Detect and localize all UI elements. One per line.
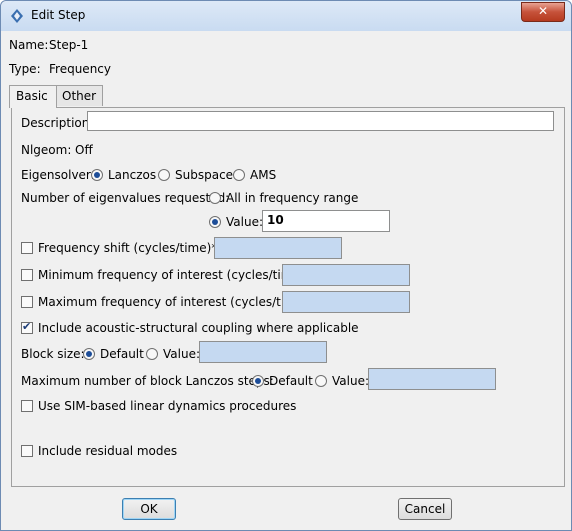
title-bar[interactable]: Edit Step ✕ bbox=[1, 1, 571, 31]
num-eigen-value-radio[interactable] bbox=[209, 216, 221, 228]
num-eigen-all-label: All in frequency range bbox=[226, 191, 359, 205]
sim-based-label: Use SIM-based linear dynamics procedures bbox=[38, 399, 297, 413]
block-size-input[interactable] bbox=[199, 341, 327, 363]
residual-modes-checkbox[interactable] bbox=[21, 445, 33, 457]
eigensolver-lanczos-label: Lanczos bbox=[108, 168, 157, 182]
nlgeom-label: Nlgeom: bbox=[21, 143, 72, 157]
freq-shift-label: Frequency shift (cycles/time)**2: bbox=[38, 241, 235, 255]
name-value: Step-1 bbox=[49, 38, 89, 52]
max-block-steps-label: Maximum number of block Lanczos steps: bbox=[21, 374, 274, 388]
freq-shift-checkbox[interactable] bbox=[21, 242, 33, 254]
max-block-steps-input[interactable] bbox=[368, 368, 496, 390]
cancel-button[interactable]: Cancel bbox=[398, 498, 452, 520]
sim-based-checkbox[interactable] bbox=[21, 400, 33, 412]
num-eigen-value-input[interactable]: 10 bbox=[262, 210, 390, 232]
eigensolver-ams-label: AMS bbox=[250, 168, 277, 182]
block-size-value-label: Value: bbox=[163, 347, 200, 361]
eigensolver-label: Eigensolver: bbox=[21, 168, 95, 182]
close-icon: ✕ bbox=[537, 4, 549, 18]
edit-step-dialog: Edit Step ✕ Name: Step-1 Type: Frequency… bbox=[0, 0, 572, 531]
num-eigen-value-label: Value: bbox=[226, 215, 263, 229]
max-block-default-radio[interactable] bbox=[252, 375, 264, 387]
abaqus-app-icon bbox=[9, 8, 25, 24]
acoustic-coupling-checkbox[interactable] bbox=[21, 320, 33, 334]
type-label: Type: bbox=[9, 62, 41, 76]
block-size-value-radio[interactable] bbox=[146, 348, 158, 360]
ok-button[interactable]: OK bbox=[122, 498, 176, 520]
window-title: Edit Step bbox=[31, 8, 86, 22]
residual-modes-label: Include residual modes bbox=[38, 444, 178, 458]
eigensolver-lanczos-radio[interactable] bbox=[91, 169, 103, 181]
max-block-value-label: Value: bbox=[332, 374, 369, 388]
description-input[interactable] bbox=[87, 111, 554, 131]
num-eigen-all-radio[interactable] bbox=[209, 192, 221, 204]
max-freq-checkbox[interactable] bbox=[21, 296, 33, 308]
max-freq-input[interactable] bbox=[282, 291, 410, 313]
block-size-default-label: Default bbox=[100, 347, 144, 361]
eigensolver-subspace-label: Subspace bbox=[175, 168, 234, 182]
acoustic-coupling-label: Include acoustic-structural coupling whe… bbox=[38, 321, 359, 335]
tab-other-label: Other bbox=[62, 89, 97, 103]
min-freq-checkbox[interactable] bbox=[21, 269, 33, 281]
freq-shift-input[interactable] bbox=[214, 237, 342, 259]
name-label: Name: bbox=[9, 38, 49, 52]
min-freq-label: Minimum frequency of interest (cycles/ti… bbox=[38, 268, 309, 282]
eigensolver-subspace-radio[interactable] bbox=[158, 169, 170, 181]
max-block-default-label: Default bbox=[269, 374, 313, 388]
block-size-default-radio[interactable] bbox=[83, 348, 95, 360]
tab-other[interactable]: Other bbox=[55, 85, 103, 106]
max-freq-label: Maximum frequency of interest (cycles/ti… bbox=[38, 295, 313, 309]
eigensolver-ams-radio[interactable] bbox=[233, 169, 245, 181]
description-label: Description: bbox=[21, 116, 94, 130]
tab-basic-label: Basic bbox=[16, 89, 48, 103]
min-freq-input[interactable] bbox=[282, 264, 410, 286]
block-size-label: Block size: bbox=[21, 347, 85, 361]
tab-basic[interactable]: Basic bbox=[9, 85, 57, 108]
type-value: Frequency bbox=[49, 62, 111, 76]
nlgeom-value: Off bbox=[75, 143, 93, 157]
num-eigen-label: Number of eigenvalues requested: bbox=[21, 191, 230, 205]
max-block-value-radio[interactable] bbox=[315, 375, 327, 387]
close-button[interactable]: ✕ bbox=[521, 2, 565, 22]
